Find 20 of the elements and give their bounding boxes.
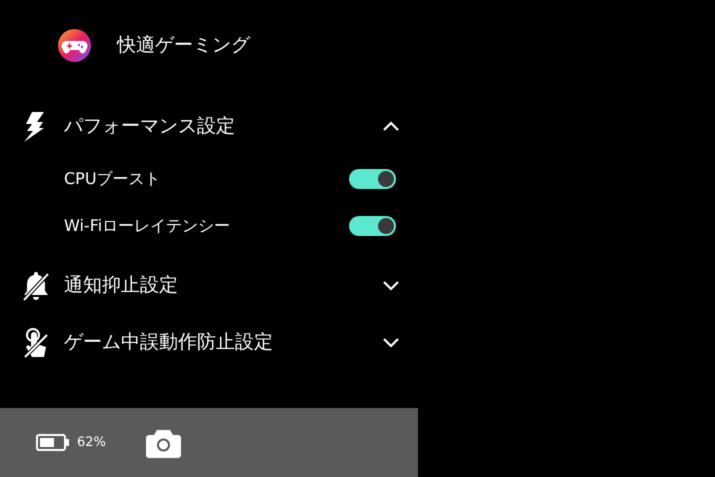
- section-header[interactable]: ゲーム中誤動作防止設定: [0, 314, 418, 371]
- gamepad-logo-icon: [58, 29, 91, 62]
- battery-percentage: 62%: [77, 434, 106, 452]
- section-header[interactable]: パフォーマンス設定: [0, 98, 418, 155]
- section-title: パフォーマンス設定: [64, 114, 236, 140]
- section-title: ゲーム中誤動作防止設定: [64, 330, 274, 356]
- battery-icon: [36, 434, 69, 451]
- chevron-down-icon[interactable]: [382, 337, 400, 348]
- crossed-touch-icon: [22, 326, 50, 358]
- setting-label: CPUブースト: [64, 168, 162, 190]
- chevron-up-icon[interactable]: [382, 121, 400, 132]
- chevron-down-icon[interactable]: [382, 280, 400, 291]
- camera-icon[interactable]: [146, 428, 181, 458]
- muted-bell-icon: [22, 270, 50, 302]
- toggle-switch[interactable]: [349, 216, 396, 236]
- setting-label: Wi-Fiローレイテンシー: [64, 214, 232, 236]
- section-header[interactable]: 通知抑止設定: [0, 257, 418, 314]
- section-title: 通知抑止設定: [64, 273, 179, 298]
- toggle-switch[interactable]: [349, 168, 396, 188]
- app-title: 快適ゲーミング: [117, 33, 250, 58]
